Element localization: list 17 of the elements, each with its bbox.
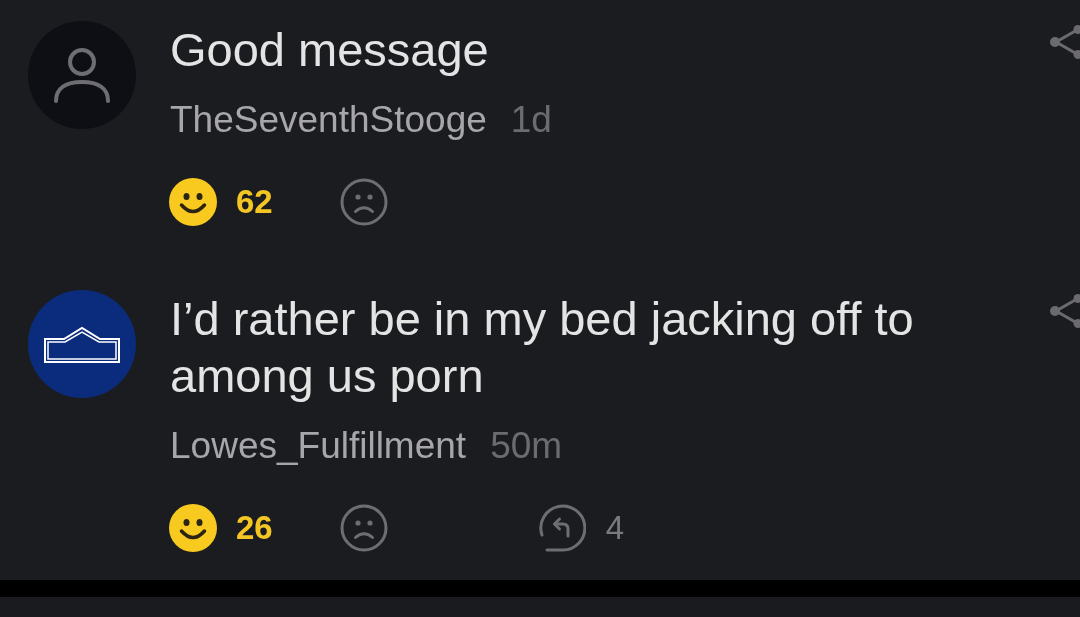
logo-avatar-icon — [28, 290, 136, 398]
reply-button[interactable]: 4 — [537, 504, 625, 552]
frowning-face-icon[interactable] — [339, 178, 388, 226]
share-icon[interactable] — [1048, 294, 1080, 328]
timestamp: 1d — [510, 98, 552, 142]
user-avatar-icon — [28, 21, 136, 129]
smiley-face-icon — [169, 178, 217, 226]
share-icon[interactable] — [1048, 25, 1080, 59]
smile-button[interactable]: 62 — [169, 178, 273, 226]
username-link[interactable]: Lowes_Fulfillment — [170, 424, 467, 468]
comment-text: Good message — [170, 22, 489, 78]
smiley-face-icon — [169, 504, 217, 552]
smile-button[interactable]: 26 — [169, 504, 273, 552]
timestamp: 50m — [490, 424, 563, 468]
comment-text: I’d rather be in my bed jacking off to among us porn — [170, 291, 915, 404]
frowning-face-icon[interactable] — [339, 504, 388, 552]
username-link[interactable]: TheSeventhStooge — [170, 98, 487, 142]
